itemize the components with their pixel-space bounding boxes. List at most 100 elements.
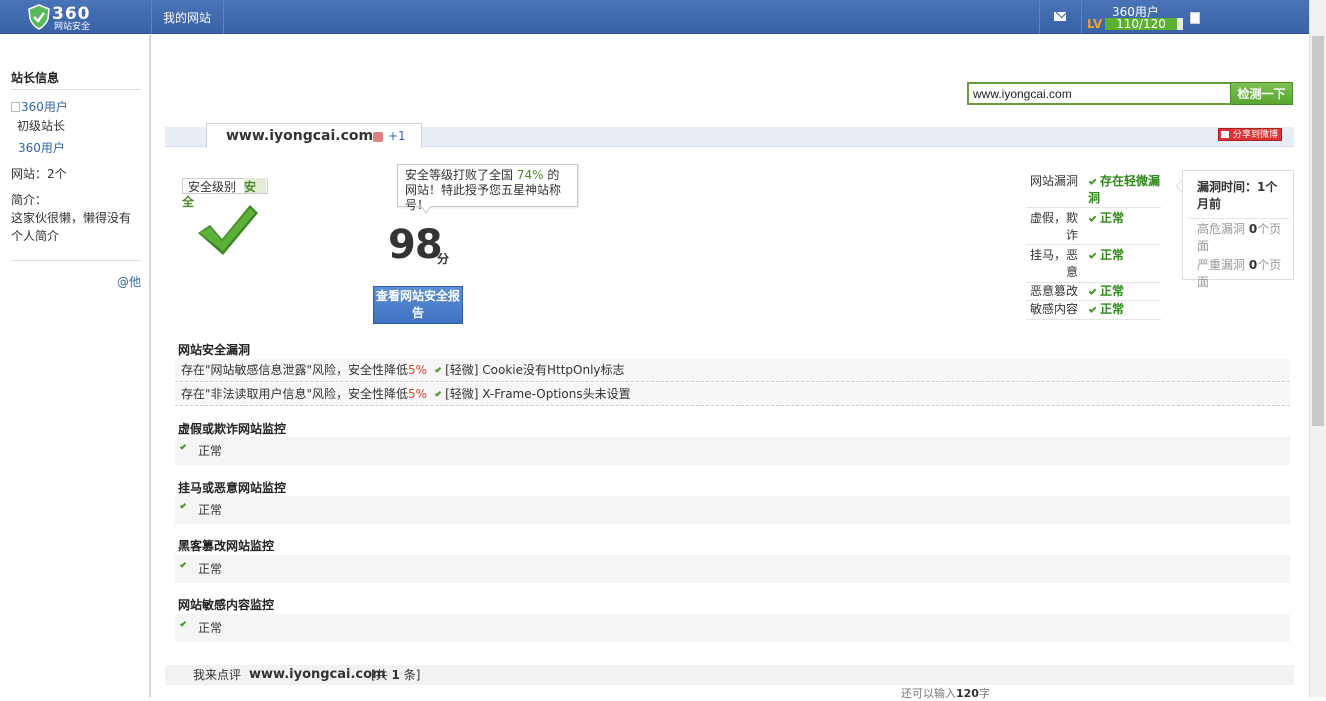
severe-count: 0 [1248,258,1258,272]
level-progress-text: 110/120 [1116,17,1166,31]
status-table: 网站漏洞 存在轻微漏洞 虚假，欺诈 正常 挂马，恶意 正常 恶意篡改 正常 敏感… [1026,171,1161,320]
check-icon [179,502,187,509]
status-value: 正常 [1088,283,1160,300]
tooltip-text-1: 安全等级打败了全国 [405,168,514,182]
site-tab[interactable]: www.iyongcai.com +1 [206,123,422,148]
comment-count: [共 1 条] [371,665,420,685]
share-label: 分享到微博 [1233,130,1279,140]
section-title-sensitive: 网站敏感内容监控 [178,598,275,612]
status-label: 敏感内容 [1029,302,1078,316]
vuln-detail: [轻微] Cookie没有HttpOnly标志 [445,363,625,377]
page-scrollbar[interactable] [1309,0,1326,697]
sensitive-status: 正常 [198,621,223,635]
remaining-prefix: 还可以输入 [901,687,956,700]
comment-bar: 我来点评 www.iyongcai.com [共 1 条] [165,665,1294,685]
status-value-text: 正常 [1100,302,1125,316]
status-value: 正常 [1088,247,1160,264]
check-icon [1088,177,1097,185]
vuln-row[interactable]: 存在"网站敏感信息泄露"风险，安全性降低5% [轻微] Cookie没有HttpO… [175,359,1290,382]
avatar-alt: 360用户 [21,100,68,114]
severe-row: 严重漏洞 0个页面 [1197,257,1289,291]
view-report-button[interactable]: 查看网站安全报告 [373,286,463,324]
tooltip-percent: 74% [516,168,544,182]
big-checkmark-icon [198,205,258,255]
weibo-icon [1221,131,1229,138]
section-title-vuln: 网站安全漏洞 [178,343,251,357]
comment-count-suffix: 条] [403,668,421,682]
divider [11,260,141,261]
remaining-suffix: 字 [978,687,990,700]
check-button[interactable]: 检测一下 [1230,82,1293,105]
intro-text: 这家伙很懒，懒得没有个人简介 [11,211,132,243]
divider [1189,218,1289,219]
mail-icon[interactable] [1054,12,1066,21]
status-value[interactable]: 存在轻微漏洞 [1088,173,1160,207]
mention-link[interactable]: @他 [117,273,141,290]
shield-logo-icon [28,4,50,30]
status-value: 正常 [1088,301,1160,318]
security-score: 98 [388,222,443,268]
nav-my-site[interactable]: 我的网站 [163,9,211,26]
security-level-value-cont: 全 [182,195,195,209]
vuln-row[interactable]: 存在"非法读取用户信息"风险，安全性降低5% [轻微] X-Frame-Optio… [175,383,1290,406]
trojan-status-row: 正常 [175,496,1290,524]
remaining-chars: 还可以输入120字 [901,685,990,701]
vuln-time-panel: 漏洞时间：1个月前 高危漏洞 0个页面 严重漏洞 0个页面 [1182,170,1294,289]
section-title-trojan: 挂马或恶意网站监控 [178,481,287,495]
check-icon [1088,251,1097,259]
fraud-status: 正常 [198,444,223,458]
section-title-fraud: 虚假或欺诈网站监控 [178,422,287,436]
tamper-status-row: 正常 [175,555,1290,583]
status-row: 网站漏洞 存在轻微漏洞 [1026,171,1161,208]
sensitive-status-row: 正常 [175,614,1290,642]
sidebar-title: 站长信息 [11,71,60,85]
status-label: 虚假，欺诈 [1029,211,1078,242]
divider [1081,0,1082,34]
vuln-risk-percent: 5% [408,363,428,377]
tamper-status: 正常 [198,562,223,576]
vuln-risk-text: 存在"网站敏感信息泄露"风险，安全性降低 [181,363,409,377]
fraud-status-row: 正常 [175,437,1290,465]
user-avatar[interactable] [1190,12,1200,24]
check-icon [434,366,442,373]
top-bar: 360 网站安全 我的网站 360用户 LV 110/120 [0,0,1309,34]
site-logo[interactable]: 360 网站安全 [28,4,98,32]
broken-image-icon [11,102,20,112]
divider [223,0,224,34]
level-progress-bar: 110/120 [1105,17,1183,31]
security-level-value: 安 [244,178,266,194]
section-title-tamper: 黑客篡改网站监控 [178,539,275,553]
vuln-risk: 存在"非法读取用户信息"风险，安全性降低5% [轻微] X-Frame-Optio… [181,383,631,406]
vuln-time-title: 漏洞时间：1个月前 [1197,180,1278,211]
avatar[interactable]: 360用户 [11,98,68,115]
comment-count-value: 1 [391,668,400,682]
status-value-text: 正常 [1100,284,1125,298]
status-label: 挂马，恶意 [1029,248,1078,279]
like-count[interactable]: +1 [388,129,406,143]
high-risk-row: 高危漏洞 0个页面 [1197,221,1289,255]
rank-tooltip: 安全等级打败了全国 74% 的网站！特此授予您五星神站称号！ [397,164,578,212]
site-count: 网站：2个 [11,167,67,181]
check-icon [1088,287,1097,295]
comment-count-prefix: [共 [371,668,388,682]
check-icon [179,620,187,627]
status-value-text: 正常 [1100,211,1125,225]
comment-site: www.iyongcai.com [249,667,386,682]
site-search-input[interactable] [967,82,1231,105]
security-level-label: 安全级别 [188,180,237,194]
sidebar: 站长信息 360用户 初级站长 360用户 网站：2个 简介： 这家伙很懒，懒得… [0,35,151,697]
high-risk-label: 高危漏洞 [1197,222,1246,236]
level-label: LV [1087,17,1103,31]
check-icon [1088,305,1097,313]
share-weibo-button[interactable]: 分享到微博 [1218,128,1282,141]
vuln-risk-percent: 5% [408,387,428,401]
divider [1039,0,1040,34]
vuln-risk: 存在"网站敏感信息泄露"风险，安全性降低5% [轻微] Cookie没有HttpO… [181,359,625,382]
scrollbar-thumb[interactable] [1312,36,1324,426]
divider [11,89,141,90]
remaining-count: 120 [956,687,979,700]
sidebar-user-link[interactable]: 360用户 [18,139,65,156]
site-name: www.iyongcai.com [226,128,374,144]
vuln-risk-text: 存在"非法读取用户信息"风险，安全性降低 [181,387,409,401]
thumbs-up-icon[interactable] [373,132,383,142]
